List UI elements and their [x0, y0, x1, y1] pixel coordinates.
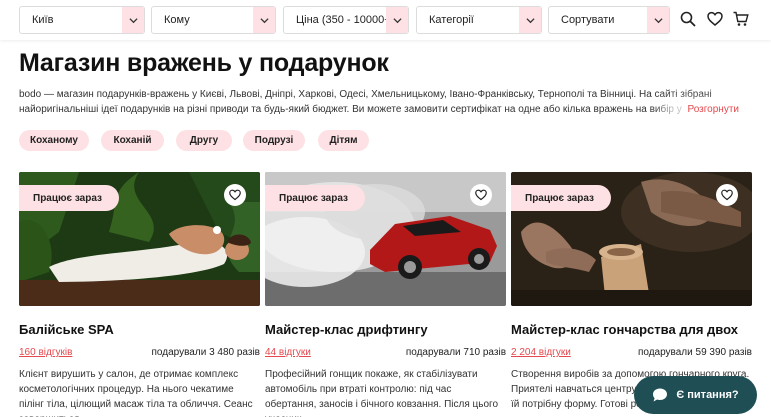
favorite-heart-icon[interactable]: [716, 184, 738, 206]
recipient-select[interactable]: Кому: [151, 6, 276, 34]
gifted-count: подарували 59 390 разів: [637, 347, 752, 358]
chevron-down-icon: [647, 7, 669, 33]
chat-bubble-icon: [653, 388, 668, 402]
chip-lover-male[interactable]: Коханому: [19, 130, 89, 151]
favorite-heart-icon[interactable]: [470, 184, 492, 206]
product-description: Клієнт вирушить у салон, де отримає комп…: [19, 369, 253, 417]
chip-friend-male[interactable]: Другу: [176, 130, 232, 151]
product-description: Професійний гонщик покаже, як стабілізув…: [265, 369, 499, 417]
reviews-link[interactable]: 44 відгуки: [265, 347, 311, 358]
expand-link[interactable]: Розгорнути: [683, 102, 739, 117]
intro-paragraph: bodo — магазин подарунків-вражень у Києв…: [19, 89, 725, 115]
chevron-down-icon: [386, 7, 408, 33]
product-title[interactable]: Майстер-клас гончарства для двох: [511, 322, 738, 337]
gifted-count: подарували 710 разів: [405, 347, 506, 358]
filter-bar: Київ Кому Ціна (350 - 10000+) Категорії …: [0, 0, 771, 40]
chip-lover-female[interactable]: Коханій: [101, 130, 164, 151]
status-badge: Працює зараз: [511, 185, 612, 211]
chat-button[interactable]: Є питання?: [634, 376, 757, 414]
product-card[interactable]: Працює зараз Балійське SPA 160 відгуків …: [19, 172, 260, 417]
reviews-link[interactable]: 160 відгуків: [19, 347, 72, 358]
gifted-count: подарували 3 480 разів: [151, 347, 261, 358]
product-image-drift[interactable]: Працює зараз: [265, 172, 506, 306]
chevron-down-icon: [253, 7, 275, 33]
sort-select-value: Сортувати: [561, 14, 615, 26]
category-select[interactable]: Категорії: [416, 6, 542, 34]
favorite-heart-icon[interactable]: [224, 184, 246, 206]
price-select-value: Ціна (350 - 10000+): [296, 14, 395, 26]
city-select[interactable]: Київ: [19, 6, 145, 34]
intro-text: bodo — магазин подарунків-вражень у Києв…: [19, 87, 747, 117]
product-card[interactable]: Працює зараз Майстер-клас гончарства для…: [511, 172, 752, 410]
product-image-spa[interactable]: Працює зараз: [19, 172, 260, 306]
category-select-value: Категорії: [429, 14, 474, 26]
search-icon[interactable]: [679, 10, 697, 28]
reviews-link[interactable]: 2 204 відгуки: [511, 347, 571, 358]
price-select[interactable]: Ціна (350 - 10000+): [283, 6, 409, 34]
chip-kids[interactable]: Дітям: [318, 130, 369, 151]
chevron-down-icon: [519, 7, 541, 33]
page-title: Магазин вражень у подарунок: [19, 49, 389, 77]
cart-icon[interactable]: [732, 10, 750, 28]
status-badge: Працює зараз: [19, 185, 120, 211]
chevron-down-icon: [122, 7, 144, 33]
recipient-select-value: Кому: [164, 14, 190, 26]
product-title[interactable]: Майстер-клас дрифтингу: [265, 322, 428, 337]
city-select-value: Київ: [32, 14, 54, 26]
heart-icon[interactable]: [706, 10, 724, 28]
chat-label: Є питання?: [676, 389, 739, 401]
product-card[interactable]: Працює зараз Майстер-клас дрифтингу 44 в…: [265, 172, 506, 417]
chip-friend-female[interactable]: Подрузі: [243, 130, 305, 151]
product-title[interactable]: Балійське SPA: [19, 322, 114, 337]
product-image-pottery[interactable]: Працює зараз: [511, 172, 752, 306]
sort-select[interactable]: Сортувати: [548, 6, 670, 34]
status-badge: Працює зараз: [265, 185, 366, 211]
